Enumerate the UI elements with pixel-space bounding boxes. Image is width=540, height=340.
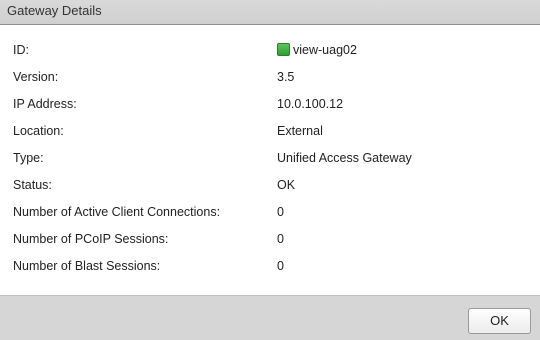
detail-value: 0	[277, 205, 284, 219]
detail-label: Status:	[13, 178, 52, 192]
detail-row-active-connections: Number of Active Client Connections: 0	[0, 199, 540, 226]
detail-label: IP Address:	[13, 97, 77, 111]
detail-value: 0	[277, 259, 284, 273]
detail-label: Number of Active Client Connections:	[13, 205, 221, 219]
detail-value: view-uag02	[277, 37, 357, 64]
dialog-titlebar: Gateway Details	[0, 0, 540, 25]
gateway-details-dialog: Gateway Details ID: view-uag02 Version: …	[0, 0, 540, 340]
detail-label: Type:	[13, 151, 44, 165]
detail-value: 0	[277, 232, 284, 246]
detail-label: Location:	[13, 124, 64, 138]
details-panel: ID: view-uag02 Version: 3.5 IP Address: …	[0, 25, 540, 295]
dialog-title: Gateway Details	[7, 3, 102, 18]
dialog-footer: OK	[0, 295, 540, 340]
green-status-icon	[277, 43, 290, 56]
detail-label: ID:	[13, 43, 29, 57]
detail-value: 3.5	[277, 70, 295, 84]
detail-row-pcoip-sessions: Number of PCoIP Sessions: 0	[0, 226, 540, 253]
detail-row-blast-sessions: Number of Blast Sessions: 0	[0, 253, 540, 280]
ok-button[interactable]: OK	[468, 308, 531, 334]
detail-row-type: Type: Unified Access Gateway	[0, 145, 540, 172]
detail-value: 10.0.100.12	[277, 97, 344, 111]
detail-row-version: Version: 3.5	[0, 64, 540, 91]
detail-label: Version:	[13, 70, 59, 84]
detail-row-ip-address: IP Address: 10.0.100.12	[0, 91, 540, 118]
detail-row-id: ID: view-uag02	[0, 37, 540, 64]
detail-value: OK	[277, 178, 296, 192]
detail-row-status: Status: OK	[0, 172, 540, 199]
detail-label: Number of Blast Sessions:	[13, 259, 161, 273]
detail-value: Unified Access Gateway	[277, 151, 412, 165]
detail-row-location: Location: External	[0, 118, 540, 145]
gateway-id-value: view-uag02	[293, 43, 357, 57]
detail-label: Number of PCoIP Sessions:	[13, 232, 169, 246]
detail-value: External	[277, 124, 323, 138]
